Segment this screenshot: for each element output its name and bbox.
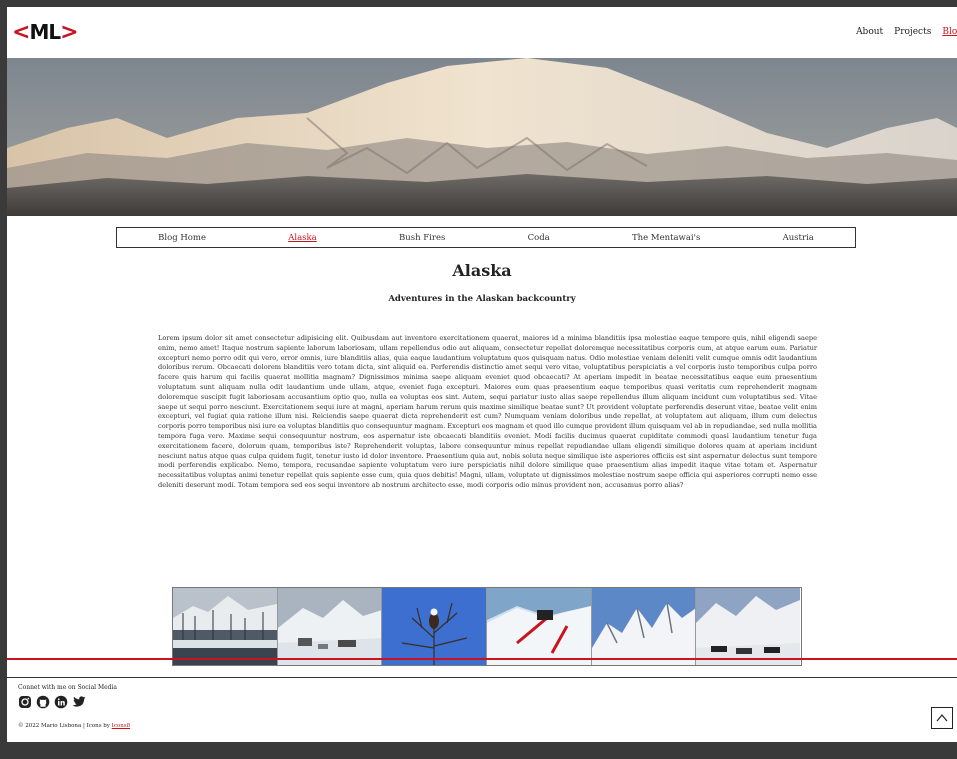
site-logo[interactable]: < ML > [12,19,79,45]
gallery-image-ski-descent[interactable] [487,588,592,665]
social-label: Connet with me on Social Media [18,684,118,691]
github-icon[interactable] [36,695,50,709]
page: < ML > About Projects Blog [7,7,957,742]
instagram-icon[interactable] [18,695,32,709]
nav-blog-link[interactable]: Blog [942,27,957,37]
nav-projects-link[interactable]: Projects [894,27,931,37]
scroll-progress-line [7,658,957,660]
icons8-link[interactable]: Icons8 [112,723,130,729]
logo-bracket-right: > [60,19,78,45]
back-to-top-button[interactable] [931,707,953,729]
gallery-image-snowy-peaks[interactable] [591,588,697,665]
top-nav: About Projects Blog [856,27,957,37]
blog-nav-mentawais[interactable]: The Mentawai's [632,233,700,243]
gallery-image-snowmobiles[interactable] [696,588,801,665]
gallery-image-snowy-camp[interactable] [277,588,383,665]
hero-image-mountains [7,58,957,216]
logo-text: ML [29,20,61,44]
logo-bracket-left: < [12,19,30,45]
gallery-image-bald-eagle[interactable] [382,588,488,665]
social-icons [18,695,86,709]
blog-nav-home[interactable]: Blog Home [158,233,206,243]
blog-nav-alaska[interactable]: Alaska [288,233,317,243]
gallery-image-harbor[interactable] [173,588,278,665]
chevron-up-icon [936,714,948,722]
nav-about-link[interactable]: About [856,27,883,37]
linkedin-icon[interactable] [54,695,68,709]
twitter-icon[interactable] [72,695,86,709]
footer-divider [7,677,957,678]
blog-nav-bush-fires[interactable]: Bush Fires [399,233,445,243]
article-title: Alaska [452,261,512,280]
blog-nav-austria[interactable]: Austria [783,233,814,243]
site-header: < ML > About Projects Blog [7,7,957,58]
copyright-text: © 2022 Mario Lisbona | Icons by [18,723,112,729]
article-subtitle: Adventures in the Alaskan backcountry [388,294,576,304]
article-body: Lorem ipsum dolor sit amet consectetur a… [158,334,817,489]
photo-gallery [172,587,802,666]
copyright: © 2022 Mario Lisbona | Icons by Icons8 [18,723,130,729]
blog-nav: Blog Home Alaska Bush Fires Coda The Men… [116,227,856,248]
blog-nav-coda[interactable]: Coda [528,233,550,243]
